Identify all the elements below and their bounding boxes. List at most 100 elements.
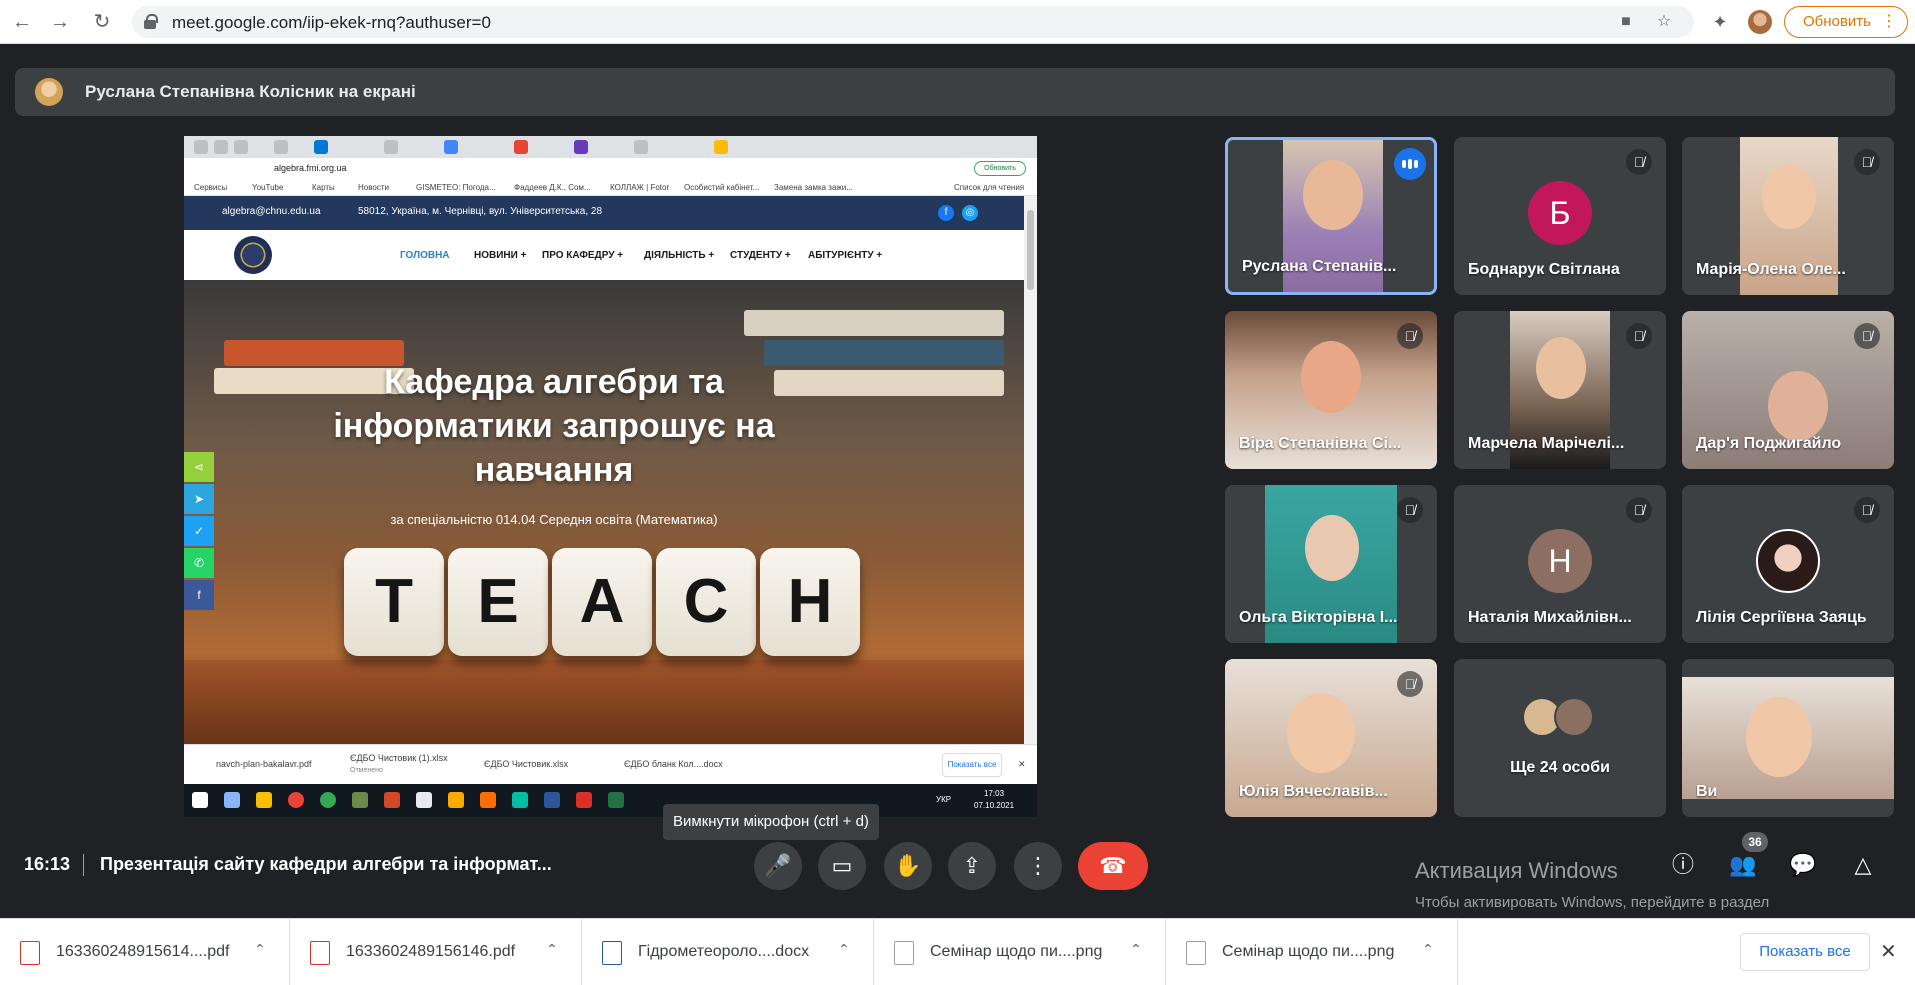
address-bar[interactable]: meet.google.com/iip-ekek-rnq?authuser=0 …: [132, 6, 1694, 38]
chevron-up-icon[interactable]: ⌃: [838, 941, 850, 958]
university-logo: [234, 236, 272, 274]
participant-tile[interactable]: 🎙̸ Марія-Олена Оле...: [1682, 137, 1894, 295]
download-item[interactable]: Гідрометеороло....docx ⌃: [582, 919, 874, 985]
camera-button[interactable]: ▭: [818, 842, 866, 890]
chevron-up-icon[interactable]: ⌃: [546, 941, 558, 958]
more-options-button[interactable]: ⋮: [1014, 842, 1062, 890]
mic-off-icon: 🎙̸: [1854, 497, 1880, 523]
shared-screen: algebra.fmi.org.ua Обновить Сервисы YouT…: [184, 136, 1037, 817]
powerpoint-icon: [384, 792, 400, 808]
extensions-puzzle-icon[interactable]: ✦: [1708, 10, 1732, 34]
participant-name: Боднарук Світлана: [1468, 261, 1620, 278]
mini-download-item: navch-plan-bakalavr.pdf: [216, 759, 312, 769]
close-shelf-icon[interactable]: ✕: [1880, 939, 1897, 964]
info-icon[interactable]: ⓘ: [1668, 850, 1698, 880]
mini-bookmarks-bar: Сервисы YouTube Карты Новости GISMETEO: …: [184, 180, 1037, 196]
meeting-time: 16:13: [24, 854, 71, 874]
chevron-up-icon[interactable]: ⌃: [1130, 941, 1142, 958]
camera-blocked-icon[interactable]: ■: [1616, 12, 1636, 32]
mini-tab-icon: [714, 140, 728, 154]
self-tile[interactable]: Ви: [1682, 659, 1894, 817]
download-item[interactable]: 1633602489156146.pdf ⌃: [290, 919, 582, 985]
chrome-icon: [320, 792, 336, 808]
microphone-button[interactable]: 🎤: [754, 842, 802, 890]
instagram-icon: ◎: [962, 205, 978, 221]
end-call-button[interactable]: ☎: [1078, 842, 1148, 890]
site-nav-item: ПРО КАФЕДРУ +: [542, 250, 624, 261]
participant-name: Марчела Марічелі...: [1468, 435, 1625, 452]
site-email: algebra@chnu.edu.ua: [222, 206, 321, 217]
participant-tile[interactable]: Ще 24 особи: [1454, 659, 1666, 817]
mini-tab-icon: [514, 140, 528, 154]
folder-icon: [256, 792, 272, 808]
profile-avatar[interactable]: [1748, 10, 1772, 34]
mic-off-icon: 🎙̸: [1626, 149, 1652, 175]
participant-tile[interactable]: 🎙̸ Марчела Марічелі...: [1454, 311, 1666, 469]
hero-subtitle: за спеціальністю 014.04 Середня освіта (…: [390, 512, 718, 527]
download-item[interactable]: 163360248915614....pdf ⌃: [0, 919, 290, 985]
participant-tile[interactable]: Руслана Степанів...: [1225, 137, 1437, 295]
letter-die: T: [344, 548, 444, 656]
people-icon[interactable]: 👥: [1728, 850, 1758, 880]
mini-clock-time: 17:03: [984, 789, 1005, 798]
url-text[interactable]: meet.google.com/iip-ekek-rnq?authuser=0: [172, 13, 491, 33]
participant-face: [1287, 693, 1355, 773]
facebook-share-icon: f: [184, 580, 214, 610]
mini-taskbar: УКР 17:03 07.10.2021: [184, 784, 1037, 817]
forward-arrow-icon[interactable]: →: [48, 10, 72, 34]
back-arrow-icon[interactable]: ←: [10, 10, 34, 34]
mini-bookmark: GISMETEO: Погода...: [416, 183, 496, 192]
mini-update-button: Обновить: [974, 161, 1026, 176]
mini-tab-icon: [194, 140, 208, 154]
mini-url-text: algebra.fmi.org.ua: [274, 163, 347, 173]
participant-tile[interactable]: 🎙̸ Дар'я Поджигайло: [1682, 311, 1894, 469]
reload-icon[interactable]: ↻: [90, 10, 114, 34]
participant-tile[interactable]: 🎙̸ Віра Степанівна Сі...: [1225, 311, 1437, 469]
raise-hand-button[interactable]: ✋: [884, 842, 932, 890]
hangup-icon: ☎: [1099, 853, 1127, 878]
chat-icon[interactable]: 💬: [1788, 850, 1818, 880]
chevron-up-icon[interactable]: ⌃: [1422, 941, 1434, 958]
participant-face: [1762, 165, 1816, 229]
download-filename: Семінар щодо пи....png: [930, 943, 1103, 960]
participant-tile[interactable]: 🎙̸ Лілія Сергіївна Заяць: [1682, 485, 1894, 643]
meeting-title: Презентація сайту кафедри алгебри та інф…: [100, 854, 552, 874]
activities-icon[interactable]: △: [1848, 850, 1878, 880]
pdf-icon: [576, 792, 592, 808]
mini-clock-date: 07.10.2021: [974, 801, 1015, 810]
participant-face: [1746, 697, 1812, 777]
presenter-banner: Руслана Степанівна Колісник на екрані: [15, 68, 1895, 116]
update-button[interactable]: Обновить ⋮: [1784, 6, 1908, 38]
mini-tab-icon: [634, 140, 648, 154]
mic-off-icon: 🎙̸: [1626, 497, 1652, 523]
present-button[interactable]: ⇪: [948, 842, 996, 890]
mini-bookmark: Новости: [358, 183, 389, 192]
participant-name: Віра Степанівна Сі...: [1239, 435, 1402, 452]
download-item[interactable]: Семінар щодо пи....png ⌃: [874, 919, 1166, 985]
participant-tile[interactable]: Н 🎙̸ Наталія Михайлівн...: [1454, 485, 1666, 643]
image-file-icon: [1186, 941, 1206, 965]
participant-name: Марія-Олена Оле...: [1696, 261, 1846, 278]
site-nav-item: НОВИНИ +: [474, 250, 527, 261]
taskbar-icon: [224, 792, 240, 808]
participant-tile[interactable]: 🎙̸ Ольга Вікторівна І...: [1225, 485, 1437, 643]
mini-tab-icon: [274, 140, 288, 154]
bookmark-star-icon[interactable]: ☆: [1654, 12, 1674, 32]
people-count-badge: 36: [1742, 832, 1768, 852]
show-all-downloads-button[interactable]: Показать все: [1740, 933, 1870, 971]
mini-bookmark: Список для чтения: [954, 183, 1025, 192]
participant-mini-avatar: [1554, 697, 1594, 737]
participant-name: Юлія Вячеславів...: [1239, 783, 1388, 800]
excel-icon: [608, 792, 624, 808]
site-hero: Кафедра алгебри та інформатики запрошує …: [184, 280, 1024, 744]
download-filename: Гідрометеороло....docx: [638, 943, 810, 960]
participant-face: [1305, 515, 1359, 581]
participant-tile[interactable]: Б 🎙̸ Боднарук Світлана: [1454, 137, 1666, 295]
participant-tile[interactable]: 🎙̸ Юлія Вячеславів...: [1225, 659, 1437, 817]
telegram-icon: ➤: [184, 484, 214, 514]
share-bar: ⋖ ➤ ✓ ✆ f: [184, 452, 214, 612]
download-item[interactable]: Семінар щодо пи....png ⌃: [1166, 919, 1458, 985]
mini-address-bar: algebra.fmi.org.ua Обновить: [184, 158, 1037, 180]
pdf-file-icon: [20, 941, 40, 965]
chevron-up-icon[interactable]: ⌃: [254, 941, 266, 958]
